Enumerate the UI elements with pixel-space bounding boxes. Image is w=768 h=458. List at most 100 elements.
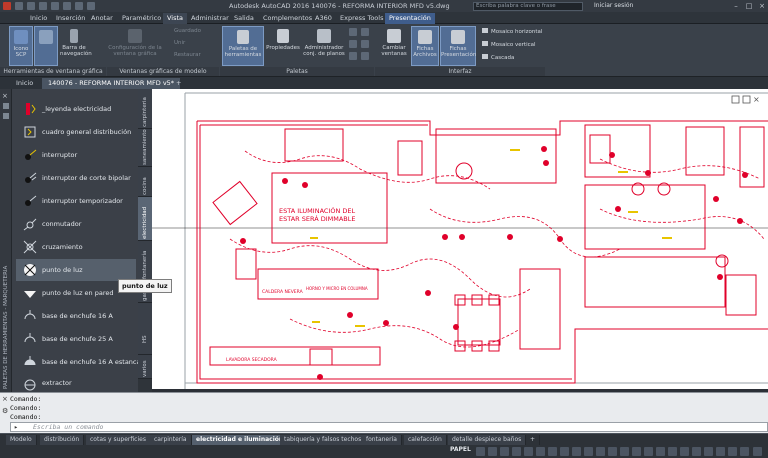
- ortho-icon[interactable]: [500, 447, 509, 456]
- cambiar-ventanas-button[interactable]: Cambiar ventanas: [378, 26, 410, 66]
- command-close-icon[interactable]: ×: [2, 395, 8, 403]
- palette-tab-hs[interactable]: HS: [138, 303, 152, 355]
- save-icon[interactable]: [39, 2, 47, 10]
- layout-tab-calefaccion[interactable]: calefacción: [404, 435, 447, 445]
- palette-tab-cocina[interactable]: cocina: [138, 167, 152, 197]
- tab-anotar[interactable]: Anotar: [87, 13, 117, 24]
- palette-close-icon[interactable]: ×: [2, 92, 8, 100]
- palette-small-icon-3[interactable]: [349, 52, 357, 60]
- restaurar-button[interactable]: Restaurar: [174, 52, 201, 58]
- barra-navegacion-button[interactable]: Barra de navegación: [60, 26, 92, 66]
- palette-properties-icon[interactable]: [3, 113, 9, 119]
- panel-interfaz[interactable]: Interfaz: [375, 67, 545, 76]
- login-button[interactable]: Iniciar sesión: [594, 2, 633, 9]
- palette-small-icon-6[interactable]: [361, 52, 369, 60]
- command-input[interactable]: ▸ Escriba un comando: [10, 422, 768, 432]
- layout-tab-cotas[interactable]: cotas y superficies: [86, 435, 151, 445]
- autocad-logo-icon[interactable]: [3, 2, 11, 10]
- tab-a360[interactable]: A360: [311, 13, 336, 24]
- palette-autohide-icon[interactable]: [3, 103, 9, 109]
- gizmo-icon[interactable]: [632, 447, 641, 456]
- propiedades-button[interactable]: Propiedades: [265, 26, 301, 66]
- annotation-visibility-icon[interactable]: [644, 447, 653, 456]
- paletas-herramientas-button[interactable]: Paletas de herramientas: [222, 26, 264, 66]
- snap-icon[interactable]: [488, 447, 497, 456]
- layout-tab-carpinteria[interactable]: carpintería: [150, 435, 192, 445]
- palette-item-conmutador[interactable]: conmutador: [16, 213, 136, 235]
- palette-item-leyenda[interactable]: _leyenda electricidad: [16, 98, 136, 120]
- search-input[interactable]: Escriba palabra clave o frase: [473, 2, 583, 11]
- open-file-icon[interactable]: [27, 2, 35, 10]
- panel-herramientas-ventana[interactable]: Herramientas de ventana gráfica: [0, 67, 106, 76]
- hardware-acceleration-icon[interactable]: [740, 447, 749, 456]
- lineweight-icon[interactable]: [560, 447, 569, 456]
- palette-item-cruzamiento[interactable]: cruzamiento: [16, 236, 136, 258]
- palette-item-enchufe-16a[interactable]: base de enchufe 16 A: [16, 305, 136, 327]
- tab-administrar[interactable]: Administrar: [187, 13, 233, 24]
- object-snap-tracking-icon[interactable]: [536, 447, 545, 456]
- close-icon[interactable]: ×: [756, 1, 768, 11]
- print-icon[interactable]: [63, 2, 71, 10]
- tab-inicio[interactable]: Inicio: [26, 13, 51, 24]
- space-indicator[interactable]: PAPEL: [450, 446, 471, 453]
- palette-item-interruptor-temporizador[interactable]: interruptor temporizador: [16, 190, 136, 212]
- workspace-switch-icon[interactable]: [668, 447, 677, 456]
- mosaico-horizontal-button[interactable]: Mosaico horizontal: [482, 28, 542, 35]
- doc-tab-inicio[interactable]: Inicio: [10, 78, 39, 89]
- palette-item-interruptor-bipolar[interactable]: interruptor de corte bipolar: [16, 167, 136, 189]
- palette-title-bar[interactable]: × PALETAS DE HERRAMIENTAS - MARQUETERIA: [0, 89, 12, 392]
- fichas-presentacion-button[interactable]: Fichas Presentación: [440, 26, 476, 66]
- object-snap-icon[interactable]: [548, 447, 557, 456]
- config-ventanas-button[interactable]: Configuración de la ventana gráfica: [108, 26, 162, 66]
- undo-icon[interactable]: [75, 2, 83, 10]
- selection-filter-icon[interactable]: [620, 447, 629, 456]
- polar-icon[interactable]: [512, 447, 521, 456]
- layout-tab-modelo[interactable]: Modelo: [6, 435, 37, 445]
- unir-button[interactable]: Unir: [174, 40, 185, 46]
- save-as-icon[interactable]: [51, 2, 59, 10]
- isodraft-icon[interactable]: [524, 447, 533, 456]
- redo-icon[interactable]: [87, 2, 95, 10]
- icono-scp-button[interactable]: Icono SCP: [9, 26, 33, 66]
- new-tab-icon[interactable]: +: [170, 78, 187, 89]
- palette-tab-carpinteria[interactable]: carpinteria: [138, 89, 152, 129]
- lock-ui-icon[interactable]: [716, 447, 725, 456]
- mosaico-vertical-button[interactable]: Mosaico vertical: [482, 41, 536, 48]
- palette-item-punto-de-luz[interactable]: punto de luz: [16, 259, 136, 281]
- layout-tab-tabiqueria[interactable]: tabiquería y falsos techos: [280, 435, 367, 445]
- layout-tab-despiece[interactable]: detalle despiece baños: [448, 435, 527, 445]
- tab-vista[interactable]: Vista: [163, 13, 188, 24]
- cascada-button[interactable]: Cascada: [482, 54, 514, 61]
- grid-icon[interactable]: [476, 447, 485, 456]
- selection-cycling-icon[interactable]: [584, 447, 593, 456]
- command-settings-icon[interactable]: ⚙: [2, 407, 8, 415]
- tab-express-tools[interactable]: Express Tools: [336, 13, 387, 24]
- transparency-icon[interactable]: [572, 447, 581, 456]
- annotation-scale-icon[interactable]: [656, 447, 665, 456]
- tab-parametrico[interactable]: Paramétrico: [118, 13, 165, 24]
- tab-salida[interactable]: Salida: [230, 13, 258, 24]
- layout-tab-fontaneria[interactable]: fontanería: [362, 435, 402, 445]
- administrador-planos-button[interactable]: Administrador conj. de planos: [302, 26, 346, 66]
- viewport-close-icon[interactable]: ×: [753, 95, 760, 104]
- doc-tab-drawing[interactable]: 140076 - REFORMA INTERIOR MFD v5*: [42, 78, 181, 89]
- guardado-button[interactable]: Guardado: [174, 28, 201, 34]
- isolate-objects-icon[interactable]: [728, 447, 737, 456]
- palette-tab-fontaneria[interactable]: fontanería: [138, 241, 152, 281]
- palette-small-icon-1[interactable]: [349, 28, 357, 36]
- 3d-osnap-icon[interactable]: [596, 447, 605, 456]
- tab-insercion[interactable]: Inserción: [52, 13, 89, 24]
- palette-item-cuadro-general[interactable]: cuadro general distribución: [16, 121, 136, 143]
- palette-tab-saneamiento[interactable]: saneamiento: [138, 129, 152, 167]
- palette-tab-electricidad[interactable]: electricidad: [138, 197, 152, 241]
- add-layout-icon[interactable]: +: [526, 435, 541, 445]
- customization-icon[interactable]: [753, 447, 762, 456]
- new-file-icon[interactable]: [15, 2, 23, 10]
- cubo-vistas-button[interactable]: [34, 26, 58, 66]
- layout-tab-electricidad[interactable]: electricidad e iluminación: [192, 435, 289, 445]
- palette-item-interruptor[interactable]: interruptor: [16, 144, 136, 166]
- palette-item-enchufe-estanca[interactable]: base de enchufe 16 A estanca: [16, 351, 140, 373]
- palette-tab-varios[interactable]: varios: [138, 355, 152, 379]
- fichas-archivos-button[interactable]: Fichas Archivos: [411, 26, 439, 66]
- units-icon[interactable]: [692, 447, 701, 456]
